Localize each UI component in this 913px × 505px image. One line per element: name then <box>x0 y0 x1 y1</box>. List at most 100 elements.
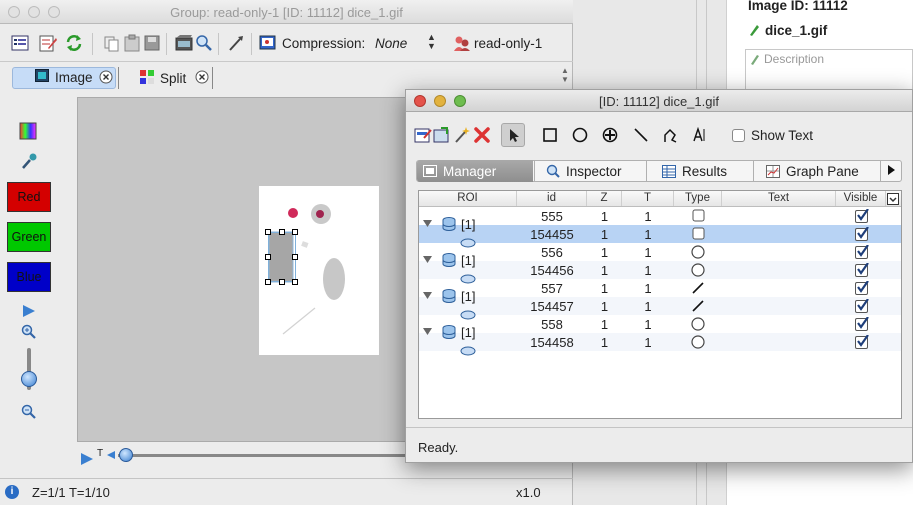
zoom-out-icon[interactable] <box>21 404 37 420</box>
channel-button-blue[interactable]: Blue <box>7 262 51 292</box>
column-header-z[interactable]: Z <box>587 191 622 206</box>
cell-z: 1 <box>600 244 609 260</box>
resize-handle[interactable] <box>265 229 271 235</box>
resize-handle[interactable] <box>265 254 271 260</box>
play-timeline-icon[interactable] <box>80 452 94 466</box>
table-row[interactable]: [1] 558 1 1 <box>419 315 901 340</box>
zoom-in-icon[interactable] <box>21 324 37 340</box>
visible-checkbox[interactable] <box>854 226 869 241</box>
tab-inspector[interactable]: Inspector <box>546 160 656 182</box>
zoom-slider-thumb[interactable] <box>21 371 37 387</box>
expand-triangle-icon[interactable] <box>423 255 432 264</box>
expand-triangle-icon[interactable] <box>423 327 432 336</box>
zoom-icon[interactable] <box>194 33 214 53</box>
point-tool-icon[interactable] <box>602 127 618 143</box>
cell-id: 557 <box>541 280 563 296</box>
close-tab-icon[interactable] <box>195 70 209 84</box>
resize-handle[interactable] <box>279 229 285 235</box>
resize-handle[interactable] <box>292 229 298 235</box>
visible-checkbox[interactable] <box>854 262 869 277</box>
image-name[interactable]: dice_1.gif <box>765 23 827 38</box>
timeline-slider-track[interactable] <box>118 454 408 457</box>
cell-visible <box>836 316 886 331</box>
copy-icon[interactable] <box>102 33 122 53</box>
cell-z: 1 <box>600 262 609 278</box>
scroll-arrows-icon[interactable]: ▲ ▼ <box>561 66 569 84</box>
save-roi-icon[interactable] <box>414 126 432 144</box>
color-picker-icon[interactable] <box>19 122 37 140</box>
table-row[interactable]: 154457 1 1 <box>419 297 901 320</box>
measure-icon[interactable] <box>226 33 246 53</box>
more-tabs-button[interactable] <box>880 160 902 182</box>
expand-triangle-icon[interactable] <box>423 291 432 300</box>
tab-split[interactable]: Split <box>140 67 230 89</box>
description-field[interactable]: Description <box>745 49 913 89</box>
column-config-icon[interactable] <box>886 191 901 206</box>
refresh-icon[interactable] <box>64 33 84 53</box>
table-row[interactable]: [1] 555 1 1 <box>419 207 901 232</box>
tab-image[interactable]: Image <box>12 67 116 89</box>
resize-handle[interactable] <box>292 279 298 285</box>
resize-handle[interactable] <box>279 279 285 285</box>
cell-t: 1 <box>644 298 652 314</box>
rectangle-tool-icon[interactable] <box>543 128 557 142</box>
channel-button-green[interactable]: Green <box>7 222 51 252</box>
visible-checkbox[interactable] <box>854 334 869 349</box>
cell-type <box>674 315 722 334</box>
line-tool-icon[interactable] <box>633 127 649 143</box>
cell-visible <box>836 298 886 313</box>
info-icon[interactable]: i <box>5 485 19 499</box>
movie-icon[interactable] <box>174 33 194 53</box>
table-row[interactable]: 154456 1 1 <box>419 261 901 284</box>
play-icon[interactable] <box>22 304 36 318</box>
eyedropper-icon[interactable] <box>20 152 38 170</box>
polyline-tool-icon[interactable] <box>662 127 678 143</box>
resize-handle[interactable] <box>265 279 271 285</box>
ellipse-tool-icon[interactable] <box>572 127 588 143</box>
cell-z: 1 <box>600 334 609 350</box>
table-row[interactable]: [1] 556 1 1 <box>419 243 901 268</box>
table-row[interactable]: 154458 1 1 <box>419 333 901 356</box>
group-label[interactable]: read-only-1 <box>474 36 542 51</box>
channel-button-red[interactable]: Red <box>7 182 51 212</box>
delete-roi-icon[interactable] <box>473 126 491 144</box>
load-roi-icon[interactable] <box>433 126 451 144</box>
magic-wand-icon[interactable] <box>453 126 471 144</box>
resize-handle[interactable] <box>292 254 298 260</box>
column-header-id[interactable]: id <box>517 191 587 206</box>
roi-stack-icon <box>441 288 457 304</box>
text-tool-icon[interactable] <box>692 127 708 143</box>
save-icon[interactable] <box>142 33 162 53</box>
rectangle-shape-icon <box>692 227 705 240</box>
tab-graph-pane[interactable]: Graph Pane <box>766 160 878 182</box>
edit-icon[interactable] <box>38 33 58 53</box>
timeline-back-icon[interactable] <box>106 450 116 460</box>
paste-icon[interactable] <box>122 33 142 53</box>
timeline-slider-thumb[interactable] <box>119 448 133 462</box>
column-header-type[interactable]: Type <box>674 191 722 206</box>
column-header-t[interactable]: T <box>622 191 674 206</box>
table-row[interactable]: [1] 557 1 1 <box>419 279 901 304</box>
column-header-roi[interactable]: ROI <box>419 191 517 206</box>
viewer-toolbar: Compression: None ▲ ▼ read-only-1 <box>0 25 573 62</box>
column-header-text[interactable]: Text <box>722 191 836 206</box>
visible-checkbox[interactable] <box>854 316 869 331</box>
select-tool-button[interactable] <box>501 123 525 147</box>
roi-table[interactable]: ROI id Z T Type Text Visible [1] 555 1 1 154… <box>418 190 902 419</box>
close-tab-icon[interactable] <box>99 70 113 84</box>
column-header-visible[interactable]: Visible <box>836 191 886 206</box>
tab-results[interactable]: Results <box>662 160 762 182</box>
expand-triangle-icon[interactable] <box>423 219 432 228</box>
show-text-checkbox[interactable] <box>732 129 745 142</box>
edit-name-icon[interactable] <box>748 23 760 37</box>
visible-checkbox[interactable] <box>854 280 869 295</box>
visible-checkbox[interactable] <box>854 208 869 223</box>
roi-label: [1] <box>461 253 476 268</box>
table-row[interactable]: 154455 1 1 <box>419 225 901 248</box>
ellipse-shape-icon <box>691 316 705 331</box>
visible-checkbox[interactable] <box>854 298 869 313</box>
visible-checkbox[interactable] <box>854 244 869 259</box>
tab-manager[interactable]: Manager <box>417 160 533 182</box>
list-icon[interactable] <box>10 33 30 53</box>
compression-select[interactable]: None ▲ ▼ <box>375 33 437 52</box>
